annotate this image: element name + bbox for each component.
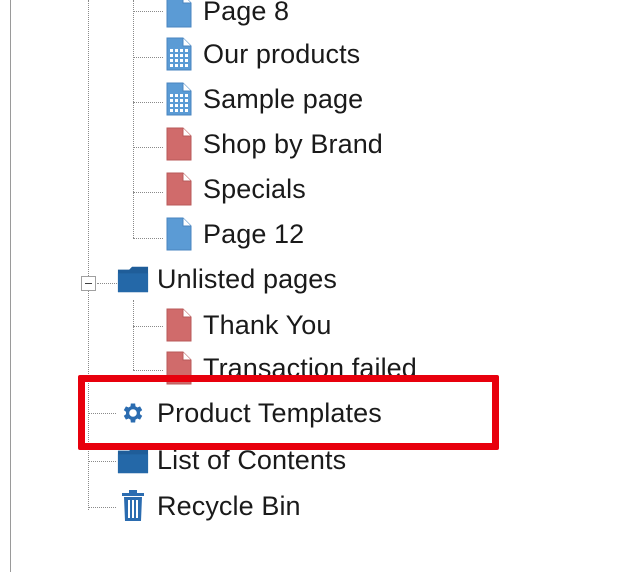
tree-line	[133, 147, 163, 148]
tree-item-label: Product Templates	[157, 398, 382, 428]
tree-item-page-12[interactable]: Page 12	[163, 214, 304, 254]
page-grid-icon	[163, 82, 195, 116]
folder-icon	[117, 262, 149, 296]
tree-line	[88, 413, 116, 414]
tree-item-thank-you[interactable]: Thank You	[163, 305, 332, 345]
tree-item-label: Transaction failed	[203, 353, 417, 383]
tree-item-label: Thank You	[203, 310, 332, 340]
page-red-icon	[163, 127, 195, 161]
tree-line	[97, 283, 117, 284]
page-red-icon	[163, 172, 195, 206]
tree-item-label: Unlisted pages	[157, 264, 338, 294]
tree-line	[133, 238, 163, 239]
page-red-icon	[163, 351, 195, 385]
tree-item-label: Page 12	[203, 219, 305, 249]
tree-item-our-products[interactable]: Our products	[163, 34, 360, 74]
page-grid-icon	[163, 37, 195, 71]
tree-line	[133, 57, 163, 58]
collapse-toggle[interactable]	[81, 276, 96, 291]
tree-line	[88, 461, 116, 462]
tree-line	[133, 326, 163, 327]
tree-line	[88, 507, 116, 508]
tree-line	[133, 300, 134, 370]
tree-line	[88, 0, 89, 510]
tree-item-shop-by-brand[interactable]: Shop by Brand	[163, 124, 383, 164]
tree-item-label: Sample page	[203, 84, 364, 114]
tree-item-specials[interactable]: Specials	[163, 169, 306, 209]
tree-item-transaction-failed[interactable]: Transaction failed	[163, 348, 417, 388]
tree-line	[133, 11, 163, 12]
tree-item-page-8[interactable]: Page 8	[163, 0, 289, 31]
tree-item-label: Shop by Brand	[203, 129, 383, 159]
tree-item-label: List of Contents	[157, 445, 347, 475]
tree-line	[133, 0, 134, 238]
tree-item-sample-page[interactable]: Sample page	[163, 79, 363, 119]
tree-item-label: Page 8	[203, 0, 290, 26]
panel-border	[10, 0, 11, 572]
page-blue-icon	[163, 0, 195, 28]
trash-icon	[117, 489, 149, 523]
page-red-icon	[163, 308, 195, 342]
site-tree: Page 8 Our products Sample page Shop by …	[0, 0, 636, 572]
tree-item-label: Recycle Bin	[157, 491, 301, 521]
tree-line	[133, 102, 163, 103]
tree-line	[133, 192, 163, 193]
tree-item-list-of-contents[interactable]: List of Contents	[117, 440, 346, 480]
tree-item-recycle-bin[interactable]: Recycle Bin	[117, 486, 301, 526]
tree-item-label: Specials	[203, 174, 306, 204]
gear-icon	[117, 396, 149, 430]
tree-item-label: Our products	[203, 39, 361, 69]
page-blue-icon	[163, 217, 195, 251]
tree-line	[133, 370, 163, 371]
folder-icon	[117, 443, 149, 477]
tree-item-unlisted-pages[interactable]: Unlisted pages	[117, 259, 337, 299]
tree-item-product-templates[interactable]: Product Templates	[117, 393, 382, 433]
